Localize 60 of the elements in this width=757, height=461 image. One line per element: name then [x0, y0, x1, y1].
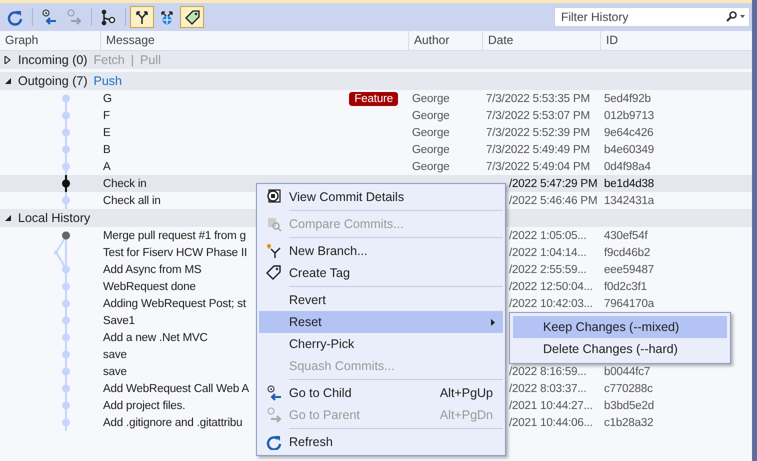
commit-id: 0d4f98a4 [603, 160, 652, 172]
commit-id: 9e64c426 [603, 126, 654, 138]
author-name: George [411, 92, 450, 104]
commit-message: WebRequest done [103, 280, 196, 292]
author-name: George [411, 144, 450, 156]
commit-message: Save1 [103, 314, 135, 326]
author-name: George [411, 160, 450, 172]
commit-id: b0044fc7 [603, 366, 652, 378]
commit-date: 7/3/2022 5:52:39 PM [485, 126, 591, 138]
commit-id: f0d2c3f1 [603, 280, 648, 292]
commit-date: /2021 10:44:06... [508, 416, 594, 428]
commit-message: G [103, 92, 112, 104]
commit-date: 7/3/2022 5:53:07 PM [485, 110, 591, 122]
commit-date: /2022 10:42:03... [508, 298, 594, 310]
commit-id: eee59487 [603, 264, 655, 276]
commit-message: F [103, 110, 110, 122]
commit-id: be1d4d38 [603, 178, 655, 190]
commit-id: 1342431a [603, 194, 656, 206]
commit-date: 7/3/2022 5:49:04 PM [485, 160, 591, 172]
commit-message: E [103, 126, 111, 138]
commit-id: b4e60349 [603, 144, 655, 156]
commit-message: Test for Fiserv HCW Phase II [103, 246, 248, 258]
branch-label: Feature [349, 92, 398, 106]
commit-message: B [103, 144, 111, 156]
author-name: George [411, 126, 450, 138]
commit-message: Add .gitignore and .gitattribu [103, 416, 242, 428]
commit-id: 7964170a [603, 298, 656, 310]
commit-id: c1b28a32 [603, 416, 654, 428]
commit-message: Check all in [103, 194, 161, 206]
commit-date: 7/3/2022 5:49:49 PM [485, 144, 591, 156]
commit-message: save [103, 366, 127, 378]
commit-date: /2022 1:05:05... [508, 230, 588, 242]
commit-message: Check in [103, 178, 147, 190]
commit-date: /2022 2:55:59... [508, 264, 588, 276]
commit-message: Add project files. [103, 400, 186, 412]
section-title: Local History [18, 211, 90, 225]
commit-message: Add a new .Net MVC [103, 332, 208, 344]
commit-id: c770288c [603, 382, 654, 394]
commit-date: /2022 8:16:59... [508, 366, 588, 378]
commit-message: Add Async from MS [103, 264, 202, 276]
commit-date: /2021 10:44:27... [508, 400, 594, 412]
commit-id: b3bd5e2d [603, 400, 655, 412]
section-title: Incoming (0) [18, 53, 88, 67]
commit-date: /2022 5:46:46 PM [508, 194, 598, 206]
commit-date: 7/3/2022 5:53:35 PM [485, 92, 591, 104]
commit-message: Add WebRequest Call Web A [103, 382, 250, 394]
commit-date: /2022 5:47:29 PM [508, 178, 598, 190]
commit-id: 012b9713 [603, 110, 655, 122]
commit-message: Merge pull request #1 from g [103, 230, 246, 242]
section-title: Outgoing (7) [18, 74, 88, 88]
commit-message: A [103, 160, 111, 172]
commit-date: /2022 1:04:14... [508, 246, 588, 258]
link-separator: | [130, 53, 134, 67]
commit-id: f9cd46b2 [603, 246, 652, 258]
commit-id: 430ef54f [603, 230, 649, 242]
author-name: George [411, 110, 450, 122]
commit-id: 5ed4f92b [603, 92, 652, 104]
commit-message: Adding WebRequest Post; st [103, 298, 246, 310]
commit-message: save [103, 348, 127, 360]
commit-date: /2022 12:50:04... [508, 280, 594, 292]
